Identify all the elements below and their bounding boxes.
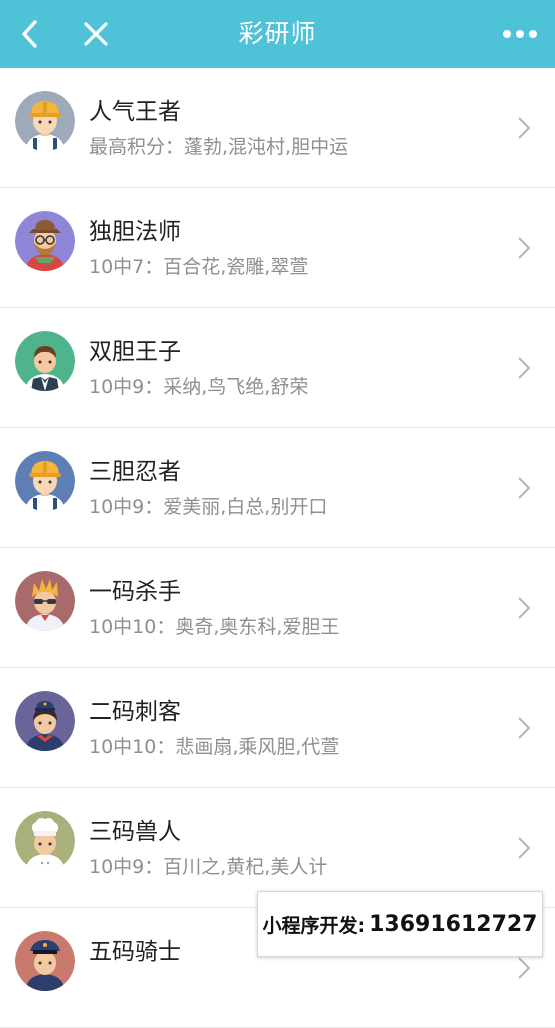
item-subtitle: 10中9：采纳,鸟飞绝,舒荣 [89, 376, 309, 398]
list-item[interactable]: 三胆忍者 10中9：爱美丽,白总,别开口 [0, 428, 555, 548]
worker-hardhat-avatar-icon [15, 451, 75, 511]
worker-hardhat-avatar-icon [15, 91, 75, 151]
item-subtitle: 10中10：悲画扇,乘风胆,代萱 [89, 736, 340, 758]
more-button[interactable] [497, 14, 543, 54]
close-icon [84, 22, 108, 46]
more-dots-icon [503, 30, 537, 38]
chef-avatar-icon [15, 811, 75, 871]
item-subtitle: 10中7：百合花,瓷雕,翠萱 [89, 256, 309, 278]
chevron-right-icon [518, 477, 531, 499]
close-button[interactable] [76, 14, 116, 54]
chevron-right-icon [518, 597, 531, 619]
avatar [15, 571, 75, 631]
list-item[interactable]: 三码兽人 10中9：百川之,黄杞,美人计 [0, 788, 555, 908]
item-title: 一码杀手 [89, 579, 181, 605]
item-title: 独胆法师 [89, 219, 181, 245]
item-title: 双胆王子 [89, 339, 181, 365]
avatar [15, 691, 75, 751]
flight-attendant-avatar-icon [15, 691, 75, 751]
spiky-hair-sunglasses-avatar-icon [15, 571, 75, 631]
list-item[interactable]: 双胆王子 10中9：采纳,鸟飞绝,舒荣 [0, 308, 555, 428]
chevron-right-icon [518, 237, 531, 259]
chevron-right-icon [518, 717, 531, 739]
item-subtitle: 最高积分：蓬勃,混沌村,胆中运 [89, 136, 349, 158]
chevron-right-icon [518, 357, 531, 379]
item-subtitle: 10中9：百川之,黄杞,美人计 [89, 856, 328, 878]
item-title: 人气王者 [89, 99, 181, 125]
item-title: 三胆忍者 [89, 459, 181, 485]
avatar [15, 931, 75, 991]
contact-label: 小程序开发: [262, 914, 366, 937]
item-subtitle: 10中10：奥奇,奥东科,爱胆王 [89, 616, 340, 638]
waiter-vest-avatar-icon [15, 331, 75, 391]
item-title: 三码兽人 [89, 819, 181, 845]
avatar [15, 451, 75, 511]
list-item[interactable]: 人气王者 最高积分：蓬勃,混沌村,胆中运 [0, 68, 555, 188]
police-cap-avatar-icon [15, 931, 75, 991]
chevron-right-icon [518, 117, 531, 139]
list-item[interactable]: 一码杀手 10中10：奥奇,奥东科,爱胆王 [0, 548, 555, 668]
list-item[interactable]: 独胆法师 10中7：百合花,瓷雕,翠萱 [0, 188, 555, 308]
item-subtitle: 10中9：爱美丽,白总,别开口 [89, 496, 328, 518]
master-list: 人气王者 最高积分：蓬勃,混沌村,胆中运 独胆法师 10中7：百合花,瓷雕,翠萱 [0, 68, 555, 1028]
top-navigation-bar: 彩研师 [0, 0, 555, 68]
contact-phone[interactable]: 13691612727 [369, 912, 537, 937]
contact-banner[interactable]: 小程序开发: 13691612727 [257, 891, 543, 957]
avatar [15, 811, 75, 871]
item-title: 五码骑士 [89, 939, 181, 965]
avatar [15, 211, 75, 271]
list-item[interactable]: 二码刺客 10中10：悲画扇,乘风胆,代萱 [0, 668, 555, 788]
avatar [15, 91, 75, 151]
hat-glasses-beard-avatar-icon [15, 211, 75, 271]
avatar [15, 331, 75, 391]
chevron-right-icon [518, 837, 531, 859]
chevron-left-icon [22, 20, 37, 48]
back-button[interactable] [10, 14, 50, 54]
item-title: 二码刺客 [89, 699, 181, 725]
